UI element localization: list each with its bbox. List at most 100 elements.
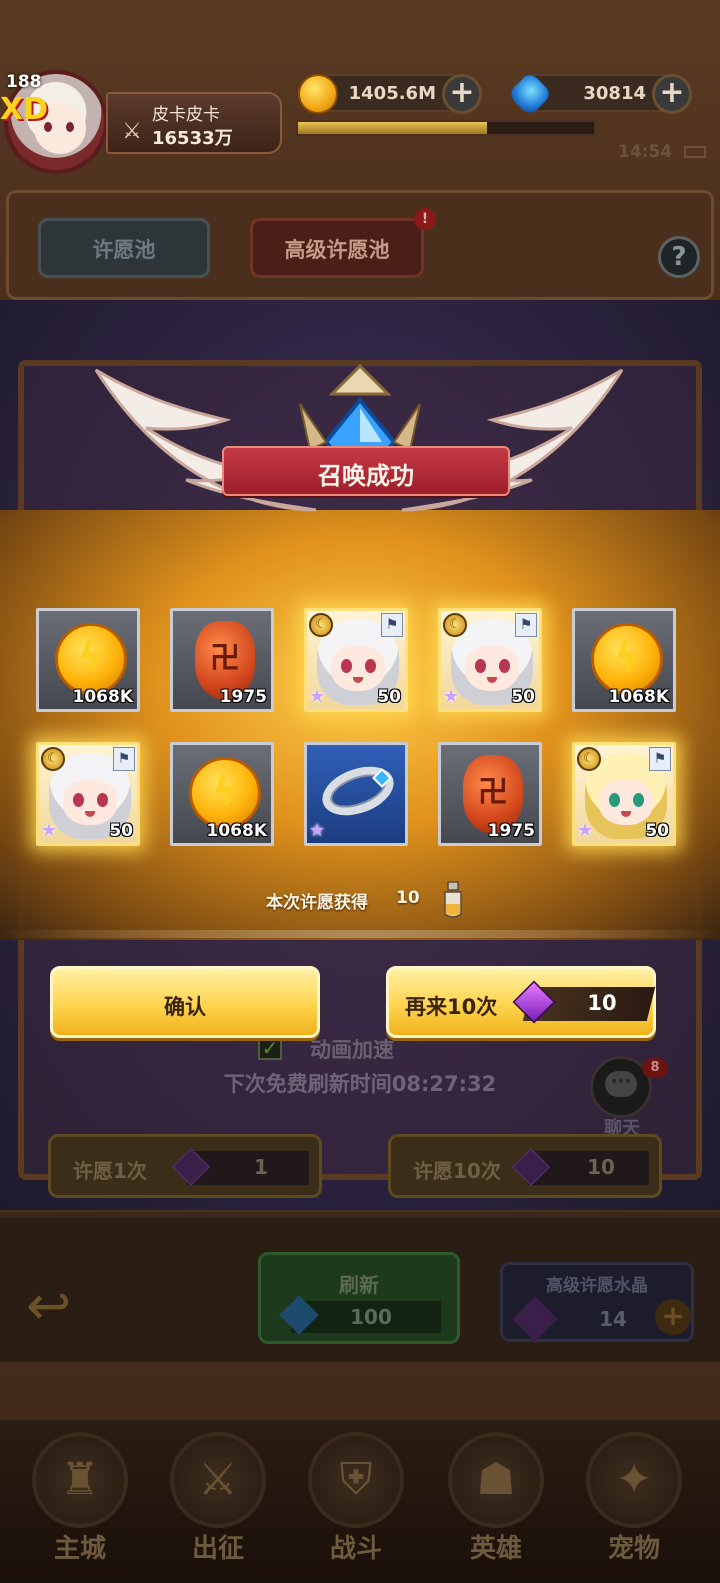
pet-dragon-icon: ✦ [586,1432,682,1528]
hero-portrait [465,645,519,691]
refresh-button[interactable]: 刷新 100 [258,1252,460,1344]
hero-portrait [63,779,117,825]
gold-coin-icon: ϟ [591,623,663,695]
combat-power-icon: ⚔ [122,119,142,144]
reward-hero-silver[interactable]: ☾ ⚑ ★ 50 [304,608,408,712]
exp-bar-fill [298,122,488,134]
wish-gained-row: 本次许愿获得 10 [0,880,720,924]
nav-item-crossed-swords[interactable]: ⚔ 出征 [156,1432,276,1582]
animation-speedup-label: 动画加速 [310,1038,394,1062]
exp-bar [296,120,596,136]
clock: 14:54 [618,142,673,162]
refresh-label: 刷新 [339,1273,379,1297]
hero-hood-icon: ☗ [448,1432,544,1528]
wish-gained-count: 10 [396,888,420,908]
element-badge-icon: ☾ [41,747,65,771]
nav-item-hero-hood[interactable]: ☗ 英雄 [434,1432,554,1582]
wish-ten-cost: 10 [587,1155,615,1179]
reward-quantity: 50 [377,687,401,707]
reward-gold-coins[interactable]: ϟ 1068K [170,742,274,846]
hero-eye-right [365,659,376,673]
battery-icon [684,146,706,158]
reward-quantity: 1068K [608,687,670,707]
advanced-crystal-counter: 高级许愿水晶 14 + [500,1262,694,1342]
player-level: 188 [6,72,42,92]
player-name: 皮卡皮卡 [152,105,220,125]
class-badge-icon: ⚑ [113,747,135,771]
gold-coin-icon [298,74,338,114]
reward-hero-silver[interactable]: ☾ ⚑ ★ 50 [36,742,140,846]
element-badge-icon: ☾ [309,613,333,637]
nav-item-pet-dragon[interactable]: ✦ 宠物 [572,1432,692,1582]
crossed-swords-icon: ⚔ [170,1432,266,1528]
reward-gold-coins[interactable]: ϟ 1068K [36,608,140,712]
hero-portrait [599,779,653,825]
hero-portrait [331,645,385,691]
nav-label: 英雄 [469,1534,522,1564]
hero-eye-left [73,793,84,807]
name-plate: 皮卡皮卡 ⚔ 16533万 [106,92,282,154]
tab-advanced-wishing-pool[interactable]: 高级许愿池 [250,218,424,278]
diamond-resource: 30814 + [507,71,692,117]
add-gold-button[interactable]: + [442,74,482,114]
nav-label: 主城 [53,1534,106,1564]
reward-fire-ore[interactable]: 卍 1975 [170,608,274,712]
star-icon: ★ [309,686,326,707]
back-arrow-icon[interactable]: ↩ [26,1276,96,1336]
nav-item-battle-shield[interactable]: ⛨ 战斗 [294,1432,414,1582]
advanced-crystal-count: 14 [599,1307,627,1331]
hero-eye-left [341,659,352,673]
vip-tag: XD [0,92,49,127]
ring-icon [315,757,401,825]
star-icon: ★ [309,820,326,841]
summon-success-title: 召唤成功 [318,462,414,490]
summon-again-button[interactable]: 再来10次 10 [386,966,656,1038]
class-badge-icon: ⚑ [515,613,537,637]
panel-divider [0,930,720,938]
reward-quantity: 1068K [206,821,268,841]
reward-ring[interactable]: ★ [304,742,408,846]
summon-again-cost: 10 [587,991,617,1015]
reward-quantity: 1068K [72,687,134,707]
castle-icon: ♜ [32,1432,128,1528]
class-badge-icon: ⚑ [649,747,671,771]
confirm-button[interactable]: 确认 [50,966,320,1038]
gold-value: 1405.6M [348,83,436,104]
nav-label: 战斗 [329,1534,382,1564]
hero-eye-right [499,659,510,673]
reward-grid: ϟ 1068K 卍 1975 ☾ ⚑ ★ 50 ☾ ⚑ ★ 50 ϟ 1068K ☾ ⚑ ★ 50 ϟ 1068K ★ 卍… [36,608,684,858]
add-diamond-button[interactable]: + [652,74,692,114]
chat-bubble-icon: ··· [605,1071,637,1097]
nav-item-castle[interactable]: ♜ 主城 [18,1432,138,1582]
reward-quantity: 1975 [487,821,535,841]
star-icon: ★ [577,820,594,841]
reward-hero-silver[interactable]: ☾ ⚑ ★ 50 [438,608,542,712]
reward-gold-coins[interactable]: ϟ 1068K [572,608,676,712]
element-badge-icon: ☾ [443,613,467,637]
wish-once-button[interactable]: 许愿1次 1 [48,1134,322,1198]
reward-fire-ore[interactable]: 卍 1975 [438,742,542,846]
advanced-crystal-label: 高级许愿水晶 [546,1276,648,1296]
hero-eye-left [475,659,486,673]
wish-once-cost: 1 [254,1155,268,1179]
diamond-value: 30814 [583,83,646,104]
chat-unread-badge: 8 [642,1058,668,1078]
reward-quantity: 50 [645,821,669,841]
gold-coin-icon: ϟ [55,623,127,695]
add-crystal-button[interactable]: + [655,1299,691,1335]
gold-coin-icon: ϟ [189,757,261,829]
hero-eye-left [609,793,620,807]
star-icon: ★ [443,686,460,707]
wish-ten-button[interactable]: 许愿10次 10 [388,1134,662,1198]
tab-wishing-pool[interactable]: 许愿池 [38,218,210,278]
star-icon: ★ [41,820,58,841]
purple-crystal-icon [512,1296,558,1342]
reward-hero-blonde[interactable]: ☾ ⚑ ★ 50 [572,742,676,846]
confirm-label: 确认 [164,995,206,1019]
wish-ten-label: 许愿10次 [413,1159,501,1183]
wish-gained-label: 本次许愿获得 [266,893,368,913]
help-button[interactable]: ? [658,236,700,278]
reward-quantity: 1975 [219,687,267,707]
avatar-eye-right [66,122,74,132]
animation-speedup-checkbox[interactable]: ✓ [258,1036,282,1060]
